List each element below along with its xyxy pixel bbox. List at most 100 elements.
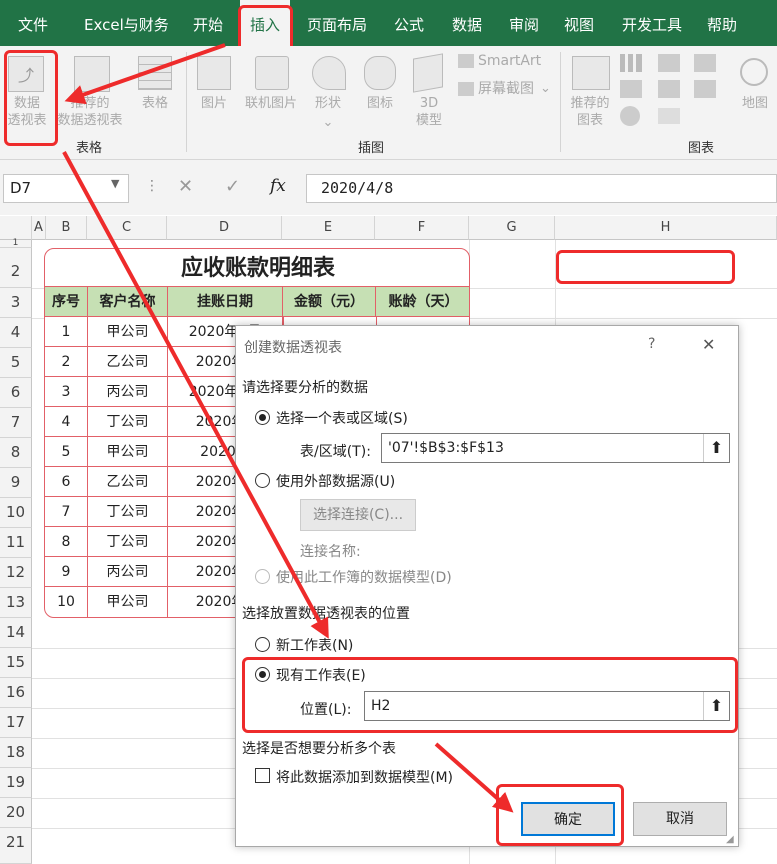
- header-cell[interactable]: 挂账日期: [168, 287, 283, 317]
- seq-cell[interactable]: 3: [45, 377, 88, 407]
- add-to-model-label[interactable]: 将此数据添加到数据模型(M): [276, 767, 453, 787]
- select-all-corner[interactable]: [0, 216, 32, 240]
- help-icon[interactable]: ?: [648, 336, 655, 352]
- customer-cell[interactable]: 丙公司: [88, 557, 168, 587]
- insert-function-icon[interactable]: fx: [270, 176, 286, 196]
- radio-data-model[interactable]: [255, 569, 270, 584]
- row-header[interactable]: 21: [0, 828, 32, 864]
- menu-formulas[interactable]: 公式: [394, 0, 424, 46]
- radio-new-sheet-label[interactable]: 新工作表(N): [276, 635, 353, 655]
- chevron-down-icon[interactable]: ▼: [111, 177, 119, 190]
- radio-data-model-label[interactable]: 使用此工作簿的数据模型(D): [276, 567, 452, 587]
- choose-connection-button[interactable]: 选择连接(C)...: [300, 499, 416, 531]
- row-header[interactable]: 15: [0, 648, 32, 678]
- customer-cell[interactable]: 丁公司: [88, 407, 168, 437]
- customer-cell[interactable]: 丁公司: [88, 527, 168, 557]
- column-header-b[interactable]: B: [46, 216, 87, 240]
- customer-cell[interactable]: 丁公司: [88, 497, 168, 527]
- row-header-2[interactable]: 2: [0, 248, 32, 288]
- row-header[interactable]: 8: [0, 438, 32, 468]
- row-header[interactable]: 17: [0, 708, 32, 738]
- screenshot-button[interactable]: 屏幕截图: [478, 81, 534, 98]
- shapes-button[interactable]: 形状: [305, 95, 351, 112]
- picture-button[interactable]: 图片: [192, 95, 236, 112]
- row-header[interactable]: 4: [0, 318, 32, 348]
- recommended-pivot-button[interactable]: 推荐的 数据透视表: [50, 95, 130, 129]
- radio-external-source-label[interactable]: 使用外部数据源(U): [276, 471, 395, 491]
- close-icon[interactable]: ✕: [702, 335, 715, 354]
- cancel-formula-icon[interactable]: ✕: [178, 176, 193, 197]
- seq-cell[interactable]: 7: [45, 497, 88, 527]
- row-header[interactable]: 5: [0, 348, 32, 378]
- cancel-button[interactable]: 取消: [633, 802, 727, 836]
- menu-home[interactable]: 开始: [193, 0, 223, 46]
- seq-cell[interactable]: 4: [45, 407, 88, 437]
- seq-cell[interactable]: 2: [45, 347, 88, 377]
- seq-cell[interactable]: 10: [45, 587, 88, 617]
- 3d-model-button[interactable]: 3D 模型: [406, 95, 452, 129]
- customer-cell[interactable]: 甲公司: [88, 587, 168, 617]
- menu-file[interactable]: 文件: [18, 0, 48, 46]
- column-header-g[interactable]: G: [469, 216, 555, 240]
- menu-view[interactable]: 视图: [564, 0, 594, 46]
- header-cell[interactable]: 账龄（天）: [376, 287, 469, 317]
- row-header[interactable]: 10: [0, 498, 32, 528]
- radio-external-source[interactable]: [255, 473, 270, 488]
- seq-cell[interactable]: 6: [45, 467, 88, 497]
- enter-formula-icon[interactable]: ✓: [225, 176, 240, 197]
- column-header-f[interactable]: F: [375, 216, 469, 240]
- column-header-d[interactable]: D: [167, 216, 282, 240]
- seq-cell[interactable]: 8: [45, 527, 88, 557]
- menu-data[interactable]: 数据: [452, 0, 482, 46]
- header-cell[interactable]: 序号: [45, 287, 88, 317]
- customer-cell[interactable]: 乙公司: [88, 347, 168, 377]
- highlight-ok-button: [496, 784, 624, 846]
- row-header[interactable]: 16: [0, 678, 32, 708]
- seq-cell[interactable]: 5: [45, 437, 88, 467]
- row-header[interactable]: 7: [0, 408, 32, 438]
- column-header-e[interactable]: E: [282, 216, 375, 240]
- row-header[interactable]: 6: [0, 378, 32, 408]
- radio-select-range-label[interactable]: 选择一个表或区域(S): [276, 408, 408, 428]
- customer-cell[interactable]: 甲公司: [88, 317, 168, 347]
- radio-new-sheet[interactable]: [255, 637, 270, 652]
- icons-button[interactable]: 图标: [357, 95, 403, 112]
- menu-review[interactable]: 审阅: [509, 0, 539, 46]
- menu-help[interactable]: 帮助: [707, 0, 737, 46]
- seq-cell[interactable]: 1: [45, 317, 88, 347]
- formula-input[interactable]: 2020/4/8: [306, 174, 777, 203]
- online-picture-button[interactable]: 联机图片: [238, 95, 304, 112]
- header-cell[interactable]: 客户名称: [88, 287, 168, 317]
- row-header[interactable]: 9: [0, 468, 32, 498]
- menu-page-layout[interactable]: 页面布局: [307, 0, 367, 46]
- menu-excel-finance[interactable]: Excel与财务: [84, 0, 169, 46]
- header-cell[interactable]: 金额（元）: [283, 287, 376, 317]
- seq-cell[interactable]: 9: [45, 557, 88, 587]
- customer-cell[interactable]: 乙公司: [88, 467, 168, 497]
- radio-select-range[interactable]: [255, 410, 270, 425]
- column-header-a[interactable]: A: [32, 216, 46, 240]
- add-to-model-checkbox[interactable]: [255, 768, 270, 783]
- smartart-button[interactable]: SmartArt: [478, 53, 541, 70]
- row-header[interactable]: 19: [0, 768, 32, 798]
- table-button[interactable]: 表格: [130, 95, 180, 112]
- resize-grip-icon[interactable]: ◢: [726, 834, 734, 845]
- row-header[interactable]: 12: [0, 558, 32, 588]
- customer-cell[interactable]: 丙公司: [88, 377, 168, 407]
- column-header-c[interactable]: C: [87, 216, 167, 240]
- line-chart-icon: [620, 80, 642, 98]
- row-header[interactable]: 11: [0, 528, 32, 558]
- menu-developer[interactable]: 开发工具: [622, 0, 682, 46]
- row-header[interactable]: 3: [0, 288, 32, 318]
- row-header[interactable]: 18: [0, 738, 32, 768]
- row-header-1[interactable]: 1: [0, 239, 32, 248]
- row-header[interactable]: 13: [0, 588, 32, 618]
- collapse-range-icon[interactable]: ⬆: [703, 434, 729, 462]
- range-input[interactable]: '07'!$B$3:$F$13 ⬆: [381, 433, 730, 463]
- recommended-charts-button[interactable]: 推荐的 图表: [562, 95, 618, 129]
- row-header[interactable]: 20: [0, 798, 32, 828]
- map-button[interactable]: 地图: [734, 95, 776, 112]
- row-header[interactable]: 14: [0, 618, 32, 648]
- column-header-h[interactable]: H: [555, 216, 777, 240]
- customer-cell[interactable]: 甲公司: [88, 437, 168, 467]
